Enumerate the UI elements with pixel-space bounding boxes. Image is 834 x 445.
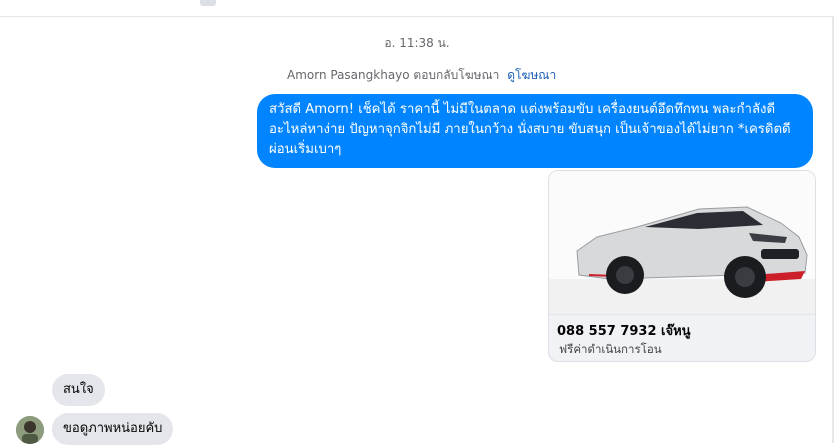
message-timestamp: อ. 11:38 น. — [384, 36, 450, 50]
incoming-message-bubble: ขอดูภาพหน่อยคับ — [52, 413, 174, 445]
car-image — [549, 171, 815, 314]
user-avatar-icon — [16, 416, 44, 444]
outgoing-message-bubble: สวัสดี Amorn! เช็คได้ ราคานี้ ไม่มีในตลา… — [257, 94, 813, 168]
incoming-message-bubble: สนใจ — [52, 374, 105, 406]
avatar[interactable] — [16, 416, 44, 444]
view-ad-link[interactable]: ดูโฆษณา — [507, 68, 556, 82]
top-bar — [0, 0, 834, 17]
ad-subtitle: ฟรีค่าดำเนินการโอน — [559, 342, 662, 356]
car-photo[interactable] — [549, 171, 815, 315]
ad-reply-text: Amorn Pasangkhayo ตอบกลับโฆษณา — [287, 68, 500, 82]
top-bar-handle — [200, 0, 216, 6]
ad-reply-context: Amorn Pasangkhayo ตอบกลับโฆษณา ดูโฆษณา — [287, 66, 556, 85]
ad-title[interactable]: 088 557 7932 เจ๊หนู — [557, 320, 691, 341]
ad-card[interactable]: 088 557 7932 เจ๊หนู ฟรีค่าดำเนินการโอน — [548, 170, 816, 362]
